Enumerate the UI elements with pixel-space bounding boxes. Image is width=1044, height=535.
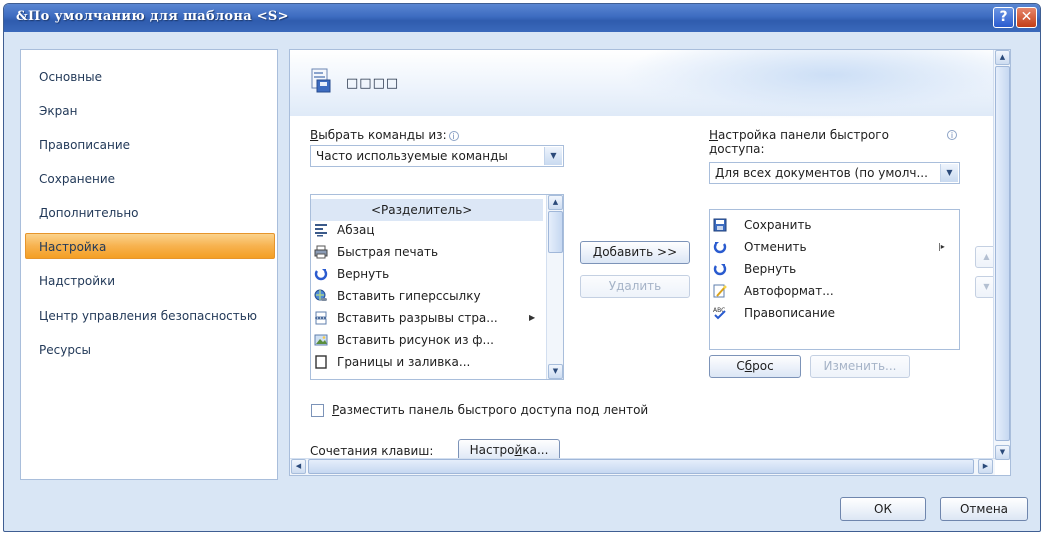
help-button[interactable]: ? <box>993 7 1014 28</box>
nav-item-display[interactable]: Экран <box>21 98 277 124</box>
borders-icon <box>315 355 327 369</box>
panel-horizontal-scrollbar[interactable]: ◀ ▶ <box>290 458 995 475</box>
scroll-up-icon[interactable]: ▲ <box>548 195 563 210</box>
list-item[interactable]: Сохранить <box>710 214 950 236</box>
scroll-thumb[interactable] <box>995 66 1010 441</box>
keyboard-shortcuts-label: Сочетания клавиш: <box>310 444 434 458</box>
scroll-down-icon[interactable]: ▼ <box>995 445 1010 460</box>
chevron-down-icon[interactable]: ▼ <box>544 147 562 165</box>
scroll-down-icon[interactable]: ▼ <box>548 364 563 379</box>
commands-list-scrollbar[interactable]: ▲ ▼ <box>546 195 563 379</box>
redo-icon <box>713 264 727 276</box>
nav-item-addins[interactable]: Надстройки <box>21 268 277 294</box>
nav-item-resources[interactable]: Ресурсы <box>21 337 277 363</box>
qat-below-ribbon-checkbox[interactable] <box>311 404 324 417</box>
autoformat-icon <box>713 284 727 298</box>
ok-button[interactable]: ОК <box>840 497 926 521</box>
list-item[interactable]: Вставить гиперссылку <box>311 285 547 307</box>
submenu-arrow-icon: |▸ <box>938 242 945 251</box>
save-icon <box>713 218 727 232</box>
nav-item-trust-center[interactable]: Центр управления безопасностью <box>21 303 277 329</box>
list-item[interactable]: Абзац <box>311 219 547 241</box>
nav-item-advanced[interactable]: Дополнительно <box>21 200 277 226</box>
header-decoration <box>620 50 1010 120</box>
chevron-down-icon[interactable]: ▼ <box>940 164 958 182</box>
qat-below-ribbon-label[interactable]: Разместить панель быстрого доступа под л… <box>332 403 648 417</box>
spelling-icon: ABC <box>713 307 726 320</box>
customize-page-icon <box>311 68 331 93</box>
options-dialog: &По умолчанию для шаблона <S> ? ✕ Основн… <box>3 3 1041 532</box>
list-item[interactable]: <Разделитель> <box>311 199 543 221</box>
paragraph-icon <box>315 224 327 237</box>
qat-scope-dropdown[interactable]: Для всех документов (по умолч... ▼ <box>709 162 960 184</box>
scroll-right-icon[interactable]: ▶ <box>978 459 993 474</box>
list-item[interactable]: Быстрая печать <box>311 241 547 263</box>
close-button[interactable]: ✕ <box>1016 7 1037 28</box>
reset-button[interactable]: Сброс <box>709 355 801 378</box>
modify-button[interactable]: Изменить... <box>810 355 910 378</box>
customize-panel: □□□□ Выбрать команды из: i Часто использу… <box>289 49 1011 476</box>
dialog-title: &По умолчанию для шаблона <S> <box>16 9 289 24</box>
list-item[interactable]: Отменить |▸ <box>710 236 950 258</box>
list-item[interactable]: ABC Правописание <box>710 302 950 324</box>
page-break-icon <box>315 311 327 325</box>
choose-commands-label: Выбрать команды из: i <box>310 128 459 142</box>
printer-icon <box>314 245 328 259</box>
nav-item-basic[interactable]: Основные <box>21 64 277 90</box>
choose-commands-dropdown[interactable]: Часто используемые команды ▼ <box>310 145 564 167</box>
remove-button[interactable]: Удалить <box>580 275 690 298</box>
panel-vertical-scrollbar[interactable]: ▲ ▼ <box>993 50 1010 460</box>
info-icon: i <box>448 130 459 141</box>
nav-item-save[interactable]: Сохранение <box>21 166 277 192</box>
add-button[interactable]: Добавить >> <box>580 241 690 264</box>
info-icon: i <box>947 130 957 140</box>
page-title: □□□□ <box>346 76 400 91</box>
undo-icon <box>713 242 727 254</box>
cancel-button[interactable]: Отмена <box>940 497 1028 521</box>
nav-item-customize[interactable]: Настройка <box>25 233 275 259</box>
list-item[interactable]: Вернуть <box>311 263 547 285</box>
list-item[interactable]: Вставить разрывы стра... ▶ <box>311 307 547 329</box>
title-bar: &По умолчанию для шаблона <S> ? ✕ <box>4 4 1040 32</box>
scroll-thumb[interactable] <box>308 459 974 474</box>
list-item[interactable]: Вернуть <box>710 258 950 280</box>
hyperlink-icon <box>314 289 327 301</box>
qat-commands-list[interactable]: Сохранить Отменить |▸ Вернуть Автоформат… <box>709 209 960 350</box>
scroll-up-icon[interactable]: ▲ <box>995 50 1010 65</box>
redo-icon <box>314 269 328 281</box>
picture-icon <box>314 334 328 346</box>
list-item[interactable]: Границы и заливка... <box>311 351 547 373</box>
commands-list[interactable]: <Разделитель> Абзац Быстрая печать Верну… <box>310 194 564 380</box>
options-nav: Основные Экран Правописание Сохранение Д… <box>20 49 278 480</box>
list-item[interactable]: Автоформат... <box>710 280 950 302</box>
scroll-thumb[interactable] <box>548 211 563 253</box>
list-item[interactable]: Вставить рисунок из ф... <box>311 329 547 351</box>
page-header: □□□□ <box>290 50 1010 120</box>
submenu-arrow-icon: ▶ <box>529 313 536 322</box>
nav-item-proofing[interactable]: Правописание <box>21 132 277 158</box>
scroll-left-icon[interactable]: ◀ <box>291 459 306 474</box>
qat-settings-label: Настройка панели быстрого доступа: <box>709 128 889 156</box>
